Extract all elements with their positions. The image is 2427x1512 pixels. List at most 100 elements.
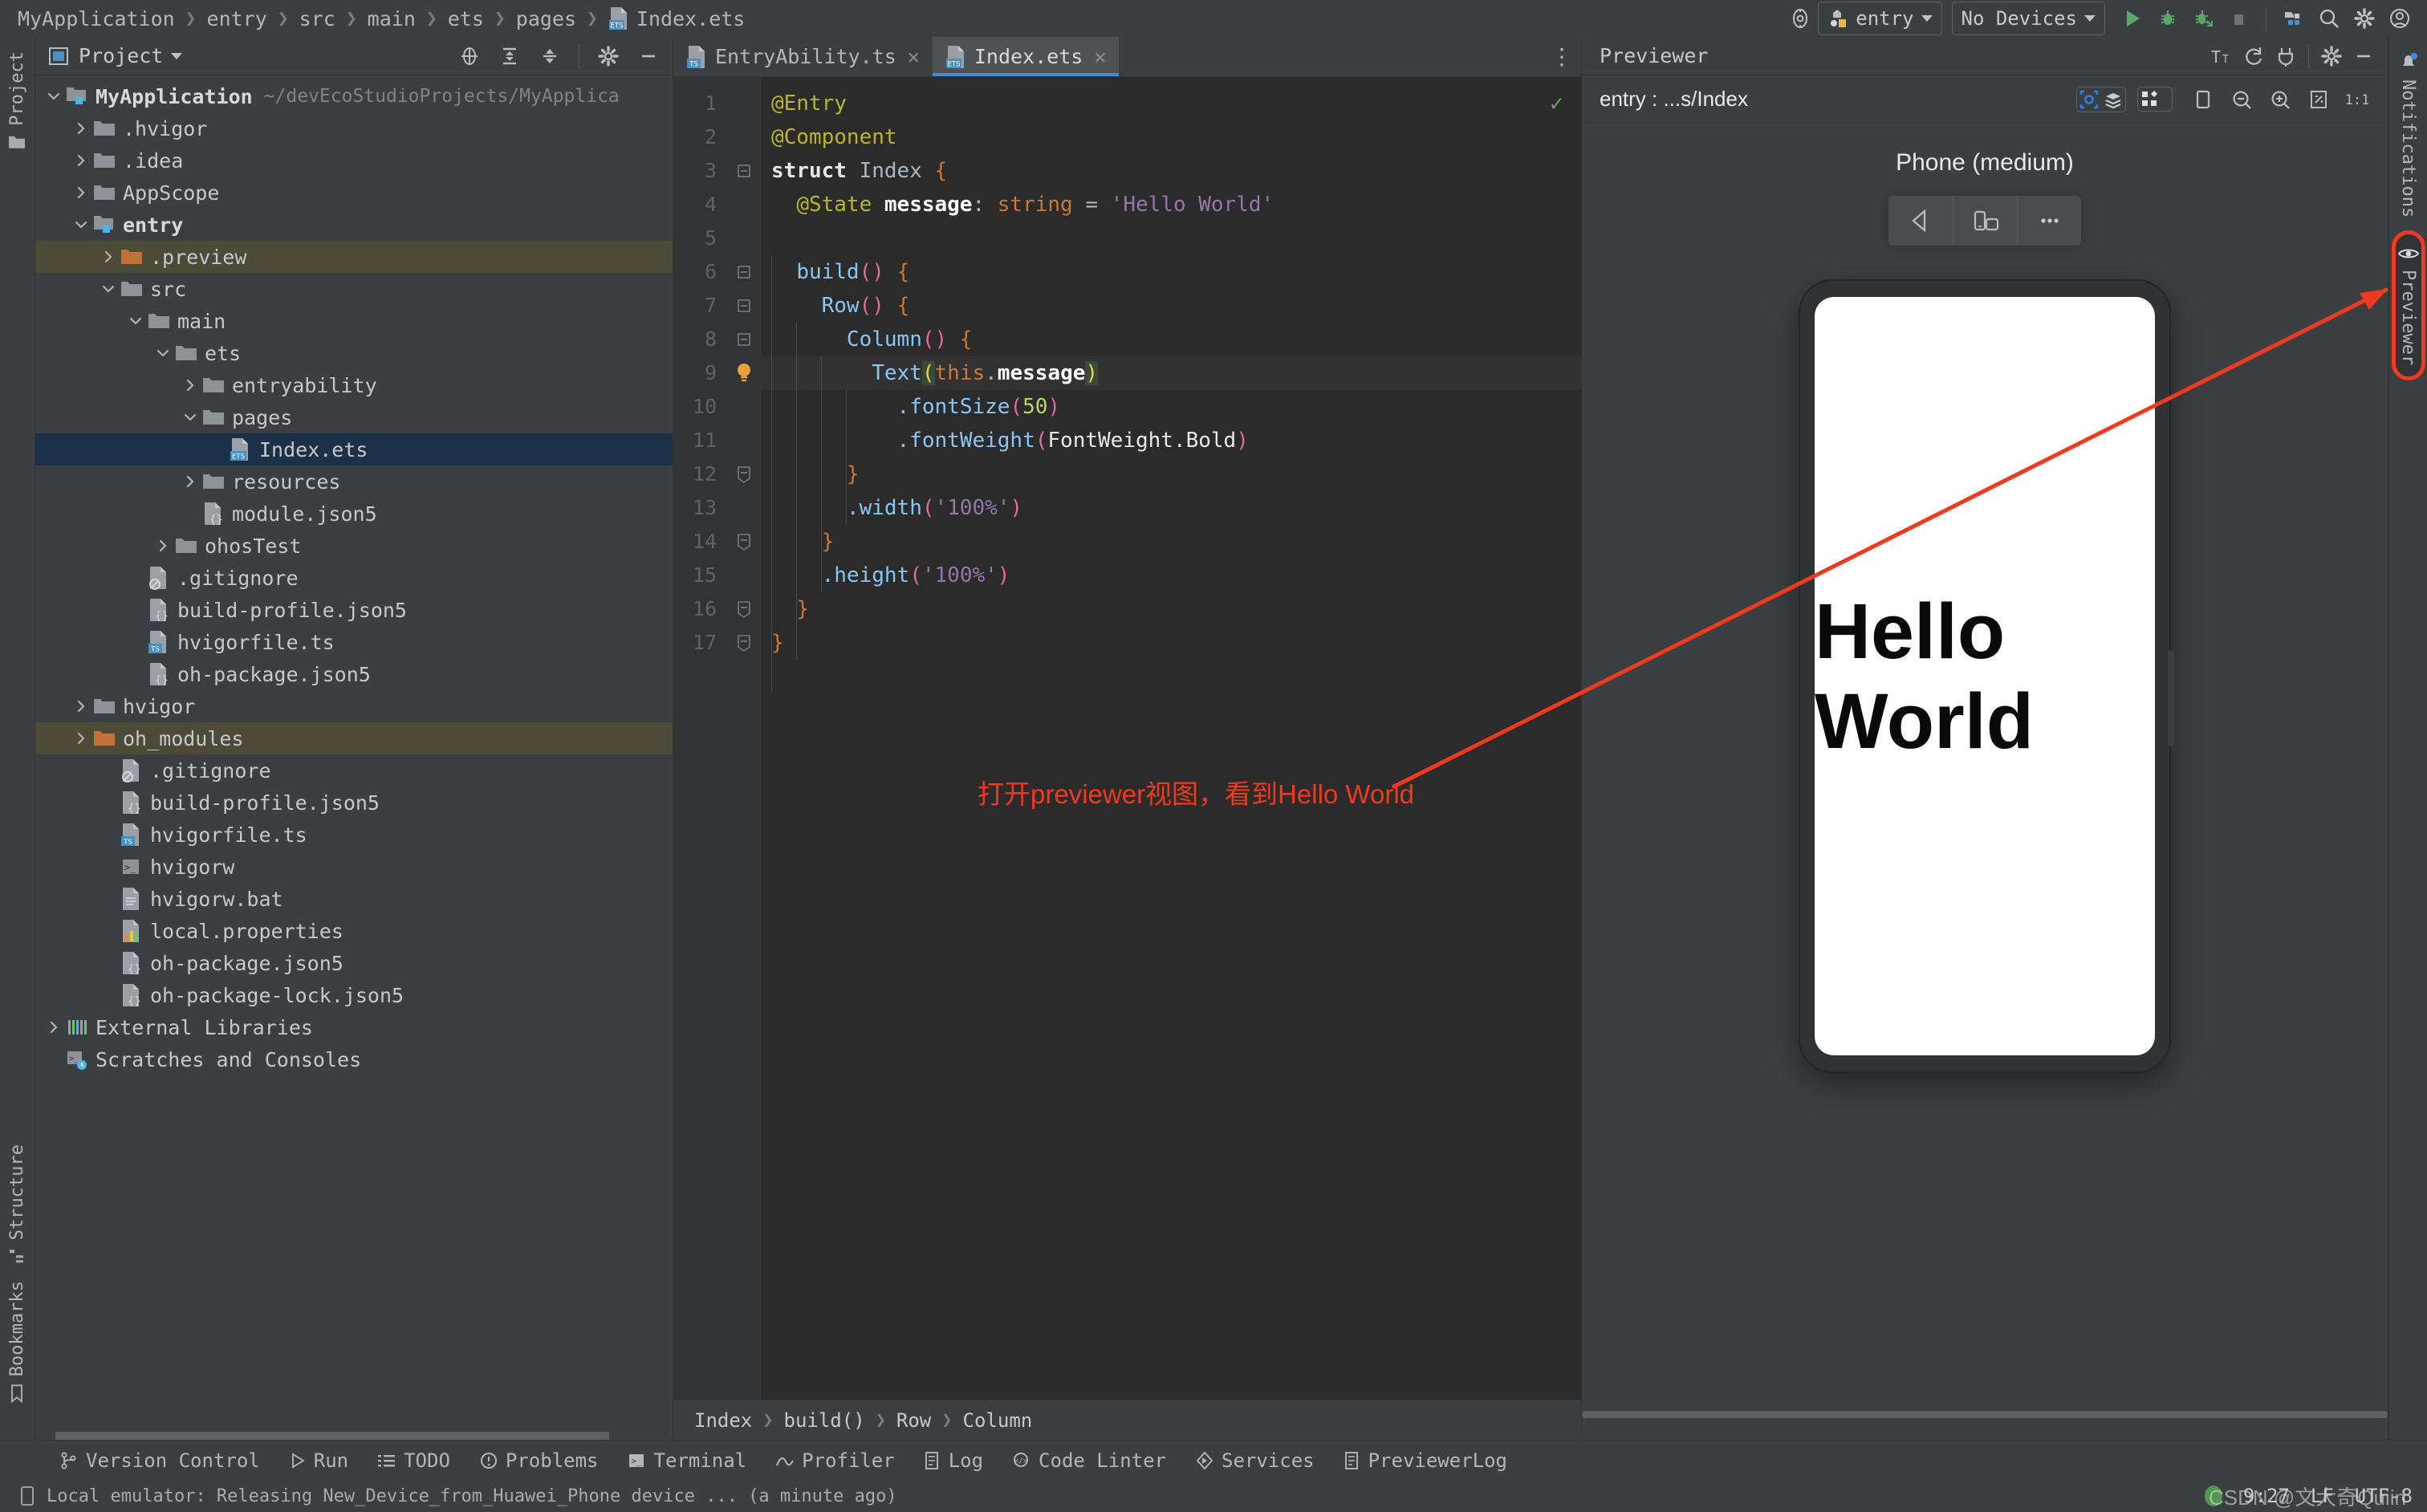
chevron-right-icon[interactable] — [71, 699, 91, 713]
font-size-icon[interactable]: TT — [2205, 41, 2238, 71]
tree-node-pages[interactable]: pages — [35, 401, 673, 433]
run-icon[interactable] — [2115, 2, 2150, 35]
expand-all-icon[interactable] — [494, 41, 526, 71]
layers-icon[interactable] — [2101, 87, 2125, 112]
rotate-icon[interactable] — [2184, 82, 2222, 117]
zoom-out-icon[interactable] — [2222, 82, 2261, 117]
chevron-down-icon[interactable] — [71, 217, 91, 232]
gear-icon[interactable] — [592, 41, 624, 71]
tree-node-build-profile-json5[interactable]: {} build-profile.json5 — [35, 786, 673, 819]
tree-node-hvigorw-bat[interactable]: hvigorw.bat — [35, 883, 673, 915]
fit-screen-icon[interactable] — [2299, 82, 2338, 117]
chevron-down-icon[interactable] — [98, 282, 119, 296]
tree-node--hvigor[interactable]: .hvigor — [35, 112, 673, 144]
tree-node-oh-package-lock-json5[interactable]: {} oh-package-lock.json5 — [35, 979, 673, 1011]
tree-node-entry[interactable]: entry — [35, 209, 673, 241]
tree-node--gitignore[interactable]: .gitignore — [35, 754, 673, 786]
hide-icon[interactable] — [632, 41, 665, 71]
fold-marker[interactable] — [726, 525, 762, 559]
editor-breadcrumb-0[interactable]: Index — [694, 1409, 752, 1432]
previewer-hscrollbar[interactable] — [1582, 1411, 2388, 1425]
chevron-down-icon[interactable] — [43, 89, 64, 104]
fold-marker[interactable] — [726, 626, 762, 660]
tool-window-services[interactable]: Services — [1181, 1449, 1329, 1472]
fold-marker[interactable] — [726, 592, 762, 626]
chevron-down-icon[interactable] — [152, 346, 173, 360]
tree-node-scratches-and-consoles[interactable]: >_ Scratches and Consoles — [35, 1043, 673, 1075]
tool-window-log[interactable]: Log — [909, 1449, 998, 1472]
tree-node-myapplication[interactable]: MyApplication ~/devEcoStudioProjects/MyAp… — [35, 80, 673, 112]
chevron-right-icon[interactable] — [43, 1020, 64, 1034]
settings-icon[interactable] — [2347, 2, 2382, 35]
chevron-right-icon[interactable] — [71, 185, 91, 200]
device-manager-icon[interactable] — [1783, 2, 1818, 35]
code-text[interactable]: @Entry @Component struct Index { @State … — [762, 77, 1581, 1400]
stop-icon[interactable] — [2221, 2, 2256, 35]
chevron-right-icon[interactable] — [71, 153, 91, 168]
tree-node-local-properties[interactable]: local.properties — [35, 915, 673, 947]
chevron-right-icon[interactable] — [152, 539, 173, 553]
run-configuration-selector[interactable]: entry — [1818, 2, 1942, 35]
sidebar-item-structure[interactable]: Structure — [6, 1136, 29, 1273]
breadcrumb-file[interactable]: ETS Index.ets — [608, 6, 745, 30]
tree-node-resources[interactable]: resources — [35, 465, 673, 498]
more-icon[interactable] — [2017, 196, 2081, 246]
chevron-down-icon[interactable] — [180, 410, 201, 425]
hide-icon[interactable] — [2348, 41, 2380, 71]
device-selector[interactable]: No Devices — [1951, 2, 2105, 35]
refresh-icon[interactable] — [2238, 41, 2270, 71]
close-icon[interactable]: ✕ — [908, 45, 920, 68]
breadcrumb-item-1[interactable]: entry — [207, 7, 267, 30]
fold-gutter[interactable] — [726, 77, 762, 1400]
tree-node-oh-modules[interactable]: oh_modules — [35, 722, 673, 754]
inspection-ok-icon[interactable]: ✓ — [1550, 90, 1563, 116]
tree-node-module-json5[interactable]: {} module.json5 — [35, 498, 673, 530]
tree-node--idea[interactable]: .idea — [35, 144, 673, 177]
tool-window-todo[interactable]: TODO — [363, 1449, 465, 1472]
zoom-in-icon[interactable] — [2261, 82, 2299, 117]
breadcrumb-item-2[interactable]: src — [299, 7, 335, 30]
device-screen[interactable]: Hello World — [1815, 297, 2155, 1055]
tool-window-problems[interactable]: Problems — [465, 1449, 613, 1472]
tool-window-previewerlog[interactable]: PreviewerLog — [1329, 1449, 1522, 1472]
tree-node-hvigorfile-ts[interactable]: TS hvigorfile.ts — [35, 626, 673, 658]
tree-node-hvigorw[interactable]: >_ hvigorw — [35, 851, 673, 883]
fold-marker[interactable] — [726, 323, 762, 356]
project-structure-icon[interactable] — [2276, 2, 2311, 35]
chevron-down-icon[interactable] — [125, 314, 146, 328]
tree-node--gitignore[interactable]: .gitignore — [35, 562, 673, 594]
editor-breadcrumb-2[interactable]: Row — [896, 1409, 931, 1432]
tree-node-src[interactable]: src — [35, 273, 673, 305]
tree-node-oh-package-json5[interactable]: {} oh-package.json5 — [35, 947, 673, 979]
tree-node-main[interactable]: main — [35, 305, 673, 337]
chevron-down-icon[interactable] — [171, 52, 183, 59]
tree-node-hvigor[interactable]: hvigor — [35, 690, 673, 722]
tree-node-external-libraries[interactable]: External Libraries — [35, 1011, 673, 1043]
editor-options-icon[interactable]: ⋮ — [1543, 37, 1581, 76]
intention-bulb-icon[interactable] — [726, 356, 762, 390]
sidebar-item-project[interactable]: Project — [6, 43, 29, 159]
tree-node-ohostest[interactable]: ohosTest — [35, 530, 673, 562]
search-icon[interactable] — [2311, 2, 2347, 35]
fold-marker[interactable] — [726, 457, 762, 491]
tree-node-hvigorfile-ts[interactable]: TS hvigorfile.ts — [35, 819, 673, 851]
tool-window-run[interactable]: Run — [274, 1449, 363, 1472]
editor-breadcrumb-1[interactable]: build() — [784, 1409, 865, 1432]
account-icon[interactable] — [2382, 2, 2417, 35]
tool-window-version-control[interactable]: Version Control — [45, 1449, 274, 1472]
debug-icon[interactable] — [2150, 2, 2185, 35]
tree-node-appscope[interactable]: AppScope — [35, 177, 673, 209]
sidebar-item-previewer[interactable]: Previewer — [2391, 230, 2425, 381]
tree-node-entryability[interactable]: entryability — [35, 369, 673, 401]
fold-marker[interactable] — [726, 154, 762, 188]
tree-node-oh-package-json5[interactable]: {} oh-package.json5 — [35, 658, 673, 690]
fold-marker[interactable] — [726, 255, 762, 289]
sidebar-item-notifications[interactable]: Notifications — [2397, 43, 2421, 226]
inspector-icon[interactable] — [2077, 87, 2101, 112]
chevron-down-icon[interactable] — [2161, 87, 2172, 111]
chevron-right-icon[interactable] — [98, 250, 119, 264]
project-tree[interactable]: MyApplication ~/devEcoStudioProjects/MyAp… — [35, 75, 673, 1440]
gear-icon[interactable] — [2315, 41, 2348, 71]
breadcrumb-item-0[interactable]: MyApplication — [18, 7, 175, 30]
back-icon[interactable] — [1888, 196, 1953, 246]
